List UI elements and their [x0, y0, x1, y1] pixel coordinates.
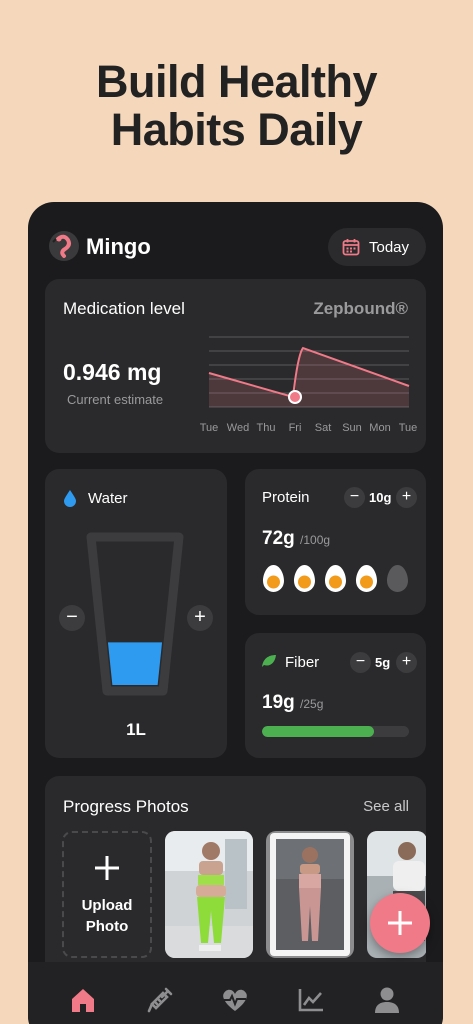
progress-photo[interactable] [266, 831, 354, 958]
day-label: Tue [200, 422, 219, 434]
protein-eggs [262, 564, 409, 593]
progress-photos-title: Progress Photos [63, 797, 189, 816]
egg-icon-filled [356, 565, 377, 592]
water-decrement-button[interactable]: − [59, 605, 85, 631]
fiber-progress-bar [262, 726, 409, 737]
plus-icon [95, 856, 119, 880]
protein-title: Protein [262, 489, 310, 506]
today-button[interactable]: Today [328, 228, 426, 266]
water-amount: 1L [126, 720, 146, 739]
protein-increment-button[interactable]: + [396, 487, 417, 508]
protein-goal: /100g [300, 533, 331, 547]
day-label: Mon [369, 422, 390, 434]
fiber-card: Fiber − 5g + 19g /25g [245, 633, 426, 758]
flamingo-logo-icon [49, 231, 79, 261]
water-glass [86, 532, 184, 696]
fiber-step: 5g [375, 655, 391, 670]
today-label: Today [369, 238, 410, 256]
heart-pulse-icon[interactable] [221, 986, 249, 1014]
calendar-icon [342, 239, 360, 256]
bottom-tab-bar [28, 962, 443, 1024]
headline-line-2: Habits Daily [110, 104, 363, 155]
egg-icon-filled [263, 565, 284, 592]
progress-photos-card: Progress Photos See all Upload Photo [45, 776, 426, 976]
app-header: Mingo Today [48, 228, 426, 268]
protein-amount: 72g [262, 528, 295, 549]
day-label: Fri [289, 422, 302, 434]
medication-value: 0.946 mg [63, 359, 162, 385]
protein-decrement-button[interactable]: − [344, 487, 365, 508]
fiber-progress-fill [262, 726, 374, 737]
progress-photo[interactable] [165, 831, 253, 958]
headline-line-1: Build Healthy [95, 56, 378, 107]
phone-screen: Mingo Today Medication level Zepbound® 0… [28, 202, 443, 1024]
day-label: Thu [257, 422, 276, 434]
leaf-icon [262, 655, 276, 667]
fiber-goal: /25g [300, 697, 324, 711]
syringe-icon[interactable] [146, 986, 174, 1014]
chart-day-labels: Tue Wed Thu Fri Sat Sun Mon Tue [200, 422, 418, 434]
day-label: Tue [399, 422, 418, 434]
chart-icon[interactable] [297, 987, 325, 1013]
fiber-increment-button[interactable]: + [396, 652, 417, 673]
water-fill [107, 642, 163, 685]
upload-photo-label: Upload Photo [64, 895, 150, 937]
fiber-title: Fiber [285, 654, 320, 671]
fiber-value: 19g /25g [262, 692, 323, 714]
medication-subtitle: Current estimate [67, 392, 164, 407]
water-title: Water [88, 490, 128, 507]
upload-label-line-2: Photo [85, 918, 129, 935]
upload-label-line-1: Upload [81, 897, 133, 914]
protein-card: Protein − 10g + 72g /100g [245, 469, 426, 615]
egg-icon-empty [387, 565, 408, 592]
home-icon[interactable] [69, 986, 97, 1014]
day-label: Wed [227, 422, 249, 434]
profile-icon[interactable] [374, 986, 400, 1014]
protein-value: 72g /100g [262, 528, 330, 550]
app-name: Mingo [86, 234, 151, 259]
headline: Build Healthy Habits Daily [0, 58, 473, 154]
add-fab-button[interactable] [370, 893, 430, 953]
day-label: Sun [342, 422, 362, 434]
egg-icon-filled [294, 565, 315, 592]
medication-brand: Zepbound® [313, 299, 408, 318]
fiber-amount: 19g [262, 692, 295, 713]
day-label: Sat [315, 422, 332, 434]
plus-icon [388, 911, 412, 935]
see-all-link[interactable]: See all [363, 798, 409, 815]
water-increment-button[interactable]: + [187, 605, 213, 631]
fiber-decrement-button[interactable]: − [350, 652, 371, 673]
medication-card[interactable]: Medication level Zepbound® 0.946 mg Curr… [45, 279, 426, 453]
medication-title: Medication level [63, 299, 185, 318]
egg-icon-filled [325, 565, 346, 592]
protein-step: 10g [369, 490, 392, 505]
medication-level-chart: Tue Wed Thu Fri Sat Sun Mon Tue [200, 336, 418, 434]
water-card: Water − + 1L [45, 469, 227, 758]
water-drop-icon [64, 490, 76, 507]
upload-photo-button[interactable]: Upload Photo [62, 831, 152, 958]
